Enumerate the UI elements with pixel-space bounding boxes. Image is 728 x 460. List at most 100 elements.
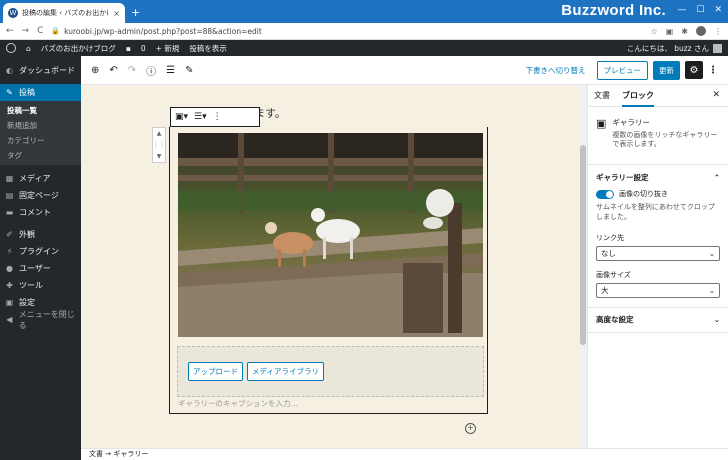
switch-to-draft-link[interactable]: 下書きへ切り替え bbox=[526, 65, 586, 76]
sidebar-item-label: メニューを閉じる bbox=[18, 309, 75, 330]
wordpress-favicon-icon: W bbox=[8, 8, 18, 18]
sidebar-item-label: ダッシュボード bbox=[19, 66, 75, 75]
block-inserter-icon[interactable]: + bbox=[465, 423, 476, 434]
submenu-tags[interactable]: タグ bbox=[0, 148, 81, 163]
tab-title: 投稿の編集 ‹ バズのお出かけブログ bbox=[22, 9, 109, 17]
media-library-button[interactable]: メディアライブラリ bbox=[247, 362, 324, 381]
update-button[interactable]: 更新 bbox=[653, 60, 680, 80]
site-name-link[interactable]: バズのお出かけブログ bbox=[41, 43, 116, 54]
canvas-scrollbar-thumb[interactable] bbox=[580, 145, 586, 345]
close-window-icon[interactable]: ✕ bbox=[714, 5, 722, 15]
profile-avatar[interactable] bbox=[696, 26, 706, 36]
info-icon[interactable]: ⓘ bbox=[146, 63, 156, 78]
chevron-down-icon: ⌄ bbox=[708, 285, 715, 295]
undo-icon[interactable]: ↶ bbox=[109, 65, 117, 76]
posts-submenu: 投稿一覧 新規追加 カテゴリー タグ bbox=[0, 101, 81, 165]
sidebar-item-comments[interactable]: ▬ コメント bbox=[0, 204, 81, 221]
sidebar-item-posts[interactable]: ✎ 投稿 bbox=[0, 84, 81, 101]
close-settings-icon[interactable]: ✕ bbox=[712, 90, 720, 100]
gallery-block[interactable]: アップロード メディアライブラリ ギャラリーのキャプションを入力… bbox=[169, 127, 488, 414]
media-icon: ▦ bbox=[5, 174, 14, 183]
maximize-icon[interactable]: ☐ bbox=[696, 5, 704, 15]
sidebar-item-dashboard[interactable]: ◐ ダッシュボード bbox=[0, 62, 81, 79]
sidebar-item-media[interactable]: ▦ メディア bbox=[0, 170, 81, 187]
upload-button[interactable]: アップロード bbox=[188, 362, 243, 381]
tab-document[interactable]: 文書 bbox=[594, 90, 610, 101]
user-avatar bbox=[713, 43, 722, 53]
window-controls: — ☐ ✕ bbox=[677, 5, 722, 15]
submenu-add-new[interactable]: 新規追加 bbox=[0, 118, 81, 133]
forward-icon[interactable]: → bbox=[22, 26, 30, 36]
block-breadcrumb[interactable]: 文書 → ギャラリー bbox=[81, 448, 728, 460]
sidebar-item-label: 投稿 bbox=[19, 88, 35, 97]
reload-icon[interactable]: C bbox=[37, 26, 43, 36]
browser-tab[interactable]: W 投稿の編集 ‹ バズのお出かけブログ × bbox=[3, 3, 125, 23]
star-icon[interactable]: ☆ bbox=[651, 27, 658, 36]
list-view-icon[interactable]: ☰ bbox=[166, 65, 175, 76]
sidebar-item-label: プラグイン bbox=[19, 247, 59, 256]
gallery-settings-panel: ギャラリー設定 ⌃ 画像の切り抜き サムネイルを整列にあわせてクロップしました。… bbox=[588, 165, 728, 308]
sidebar-item-pages[interactable]: ▤ 固定ページ bbox=[0, 187, 81, 204]
panel-title: 高度な設定 bbox=[596, 315, 634, 325]
browser-menu-icon[interactable]: ⋮ bbox=[714, 27, 722, 36]
gallery-image[interactable] bbox=[178, 133, 483, 337]
preview-button[interactable]: プレビュー bbox=[596, 60, 648, 80]
block-mover[interactable]: ▲ ⋮⋮ ▼ bbox=[152, 127, 166, 163]
minimize-icon[interactable]: — bbox=[677, 5, 686, 15]
gallery-settings-toggle[interactable]: ギャラリー設定 ⌃ bbox=[596, 165, 720, 189]
crop-toggle[interactable] bbox=[596, 189, 614, 199]
sidebar-item-label: ユーザー bbox=[19, 264, 51, 273]
lock-icon: 🔒 bbox=[51, 27, 61, 35]
tab-block[interactable]: ブロック bbox=[622, 90, 654, 107]
redo-icon[interactable]: ↷ bbox=[128, 65, 136, 76]
size-value: 大 bbox=[601, 285, 609, 295]
new-tab-button[interactable]: + bbox=[131, 6, 140, 19]
sidebar-item-label: 固定ページ bbox=[19, 191, 59, 200]
url-text: kuroobi.jp/wp-admin/post.php?post=88&act… bbox=[64, 26, 262, 36]
more-options-icon[interactable]: ⋮ bbox=[708, 65, 718, 76]
view-post-link[interactable]: 投稿を表示 bbox=[189, 43, 227, 54]
plug-icon: ⚡ bbox=[6, 247, 13, 256]
puzzle-icon[interactable]: ✱ bbox=[681, 27, 688, 36]
move-up-icon[interactable]: ▲ bbox=[157, 130, 162, 137]
size-select[interactable]: 大 ⌄ bbox=[596, 282, 720, 298]
wrench-icon: ✚ bbox=[6, 281, 13, 290]
wp-admin-bar: ⌂ バズのお出かけブログ ▪ 0 + 新規 投稿を表示 こんにちは、 buzz … bbox=[0, 40, 728, 56]
drag-handle-icon[interactable]: ⋮⋮ bbox=[153, 141, 165, 148]
move-down-icon[interactable]: ▼ bbox=[157, 153, 162, 160]
back-icon[interactable]: ← bbox=[6, 26, 14, 36]
comments-icon[interactable]: ▪ bbox=[126, 44, 131, 53]
url-field[interactable]: 🔒 kuroobi.jp/wp-admin/post.php?post=88&a… bbox=[51, 25, 642, 38]
block-options-icon[interactable]: ⋮ bbox=[213, 112, 222, 122]
sidebar-item-label: メディア bbox=[19, 174, 51, 183]
settings-gear-button[interactable]: ⚙ bbox=[685, 61, 703, 79]
tools-pencil-icon[interactable]: ✎ bbox=[185, 65, 193, 76]
submenu-all-posts[interactable]: 投稿一覧 bbox=[0, 103, 81, 118]
sidebar-item-tools[interactable]: ✚ ツール bbox=[0, 277, 81, 294]
sidebar-item-label: 設定 bbox=[19, 298, 35, 307]
browser-actions: ☆ ▣ ✱ ⋮ bbox=[651, 26, 722, 36]
wordpress-logo-icon[interactable] bbox=[6, 43, 16, 53]
admin-account[interactable]: こんにちは、 buzz さん bbox=[627, 43, 722, 54]
gallery-block-icon[interactable]: ▣▾ bbox=[175, 112, 188, 122]
align-icon[interactable]: ☰▾ bbox=[194, 112, 207, 122]
link-select[interactable]: なし ⌄ bbox=[596, 245, 720, 261]
settings-icon: ▣ bbox=[5, 298, 14, 307]
sidebar-item-users[interactable]: ● ユーザー bbox=[0, 260, 81, 277]
new-content-link[interactable]: + 新規 bbox=[156, 43, 180, 54]
gallery-caption-input[interactable]: ギャラリーのキャプションを入力… bbox=[178, 398, 298, 409]
sidebar-item-appearance[interactable]: ✐ 外観 bbox=[0, 226, 81, 243]
editor-toolbar: ⊕ ↶ ↷ ⓘ ☰ ✎ 下書きへ切り替え プレビュー 更新 ⚙ ⋮ bbox=[81, 56, 728, 85]
advanced-toggle[interactable]: 高度な設定 ⌄ bbox=[596, 308, 720, 332]
submenu-categories[interactable]: カテゴリー bbox=[0, 133, 81, 148]
advanced-panel: 高度な設定 ⌄ bbox=[588, 308, 728, 333]
home-icon: ⌂ bbox=[26, 43, 31, 53]
extension-icon[interactable]: ▣ bbox=[666, 27, 674, 36]
tab-close-icon[interactable]: × bbox=[113, 9, 120, 18]
sidebar-collapse[interactable]: ◀ メニューを閉じる bbox=[0, 309, 81, 330]
sidebar-item-plugins[interactable]: ⚡ プラグイン bbox=[0, 243, 81, 260]
page-icon: ▤ bbox=[5, 191, 14, 200]
comments-count[interactable]: 0 bbox=[141, 44, 146, 53]
gallery-icon: ▣ bbox=[596, 117, 607, 130]
add-block-icon[interactable]: ⊕ bbox=[91, 65, 99, 76]
